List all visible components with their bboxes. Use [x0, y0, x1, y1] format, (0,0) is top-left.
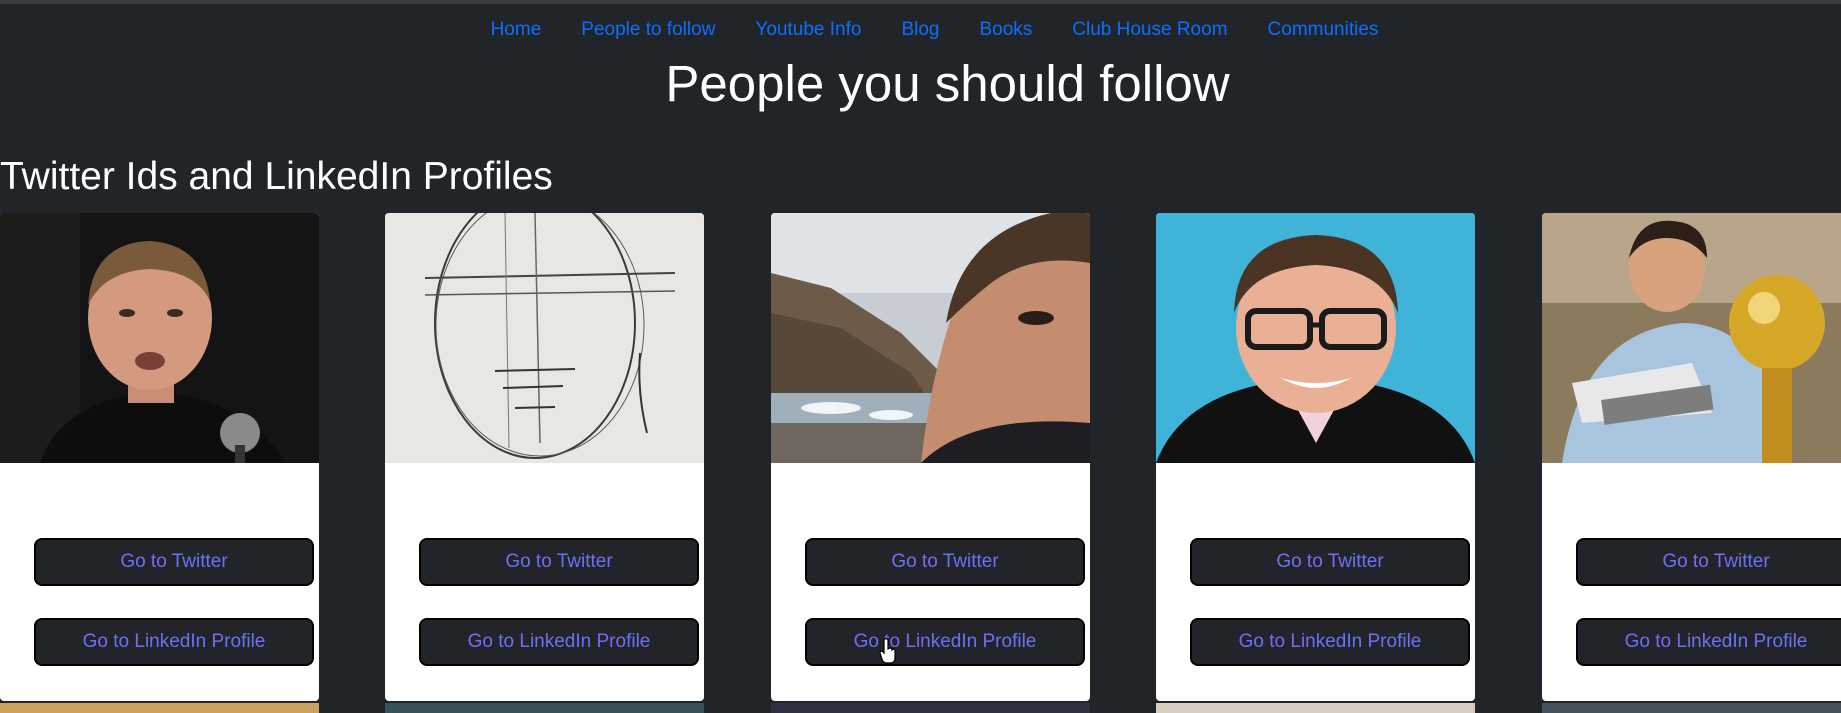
go-to-linkedin-button[interactable]: Go to LinkedIn Profile [1190, 618, 1470, 666]
nav-communities-link[interactable]: Communities [1268, 19, 1379, 41]
next-row-photo [385, 703, 704, 713]
profile-card: Go to Twitter Go to LinkedIn Profile [1156, 213, 1475, 701]
nav-books-link[interactable]: Books [979, 19, 1032, 41]
go-to-linkedin-button[interactable]: Go to LinkedIn Profile [1576, 618, 1841, 666]
hand-cursor-icon [879, 638, 896, 664]
nav-people-to-follow-link[interactable]: People to follow [581, 19, 715, 41]
go-to-twitter-button[interactable]: Go to Twitter [419, 538, 699, 586]
profile-card: Go to Twitter Go to LinkedIn Profile [0, 213, 319, 701]
profile-photo [1542, 213, 1841, 463]
go-to-twitter-button[interactable]: Go to Twitter [1576, 538, 1841, 586]
go-to-twitter-button[interactable]: Go to Twitter [1190, 538, 1470, 586]
nav-club-house-room-link[interactable]: Club House Room [1072, 19, 1227, 41]
nav-youtube-info-link[interactable]: Youtube Info [755, 19, 861, 41]
go-to-twitter-button[interactable]: Go to Twitter [805, 538, 1085, 586]
profile-photo [385, 213, 704, 463]
page-title: People you should follow [665, 55, 1230, 112]
next-row-photo [0, 703, 319, 713]
go-to-twitter-button[interactable]: Go to Twitter [34, 538, 314, 586]
next-row-photo [1156, 703, 1475, 713]
nav-blog-link[interactable]: Blog [901, 19, 939, 41]
profile-card: Go to Twitter Go to LinkedIn Profile [385, 213, 704, 701]
go-to-linkedin-button[interactable]: Go to LinkedIn Profile [805, 618, 1085, 666]
profile-photo [1156, 213, 1475, 463]
profile-card: Go to Twitter Go to LinkedIn Profile [771, 213, 1090, 701]
top-border [0, 0, 1841, 4]
main-nav: Home People to follow Youtube Info Blog … [0, 19, 1841, 41]
profile-card: Go to Twitter Go to LinkedIn Profile [1542, 213, 1841, 701]
section-title: Twitter Ids and LinkedIn Profiles [0, 155, 553, 198]
next-row-photo [1542, 703, 1841, 713]
profile-photo [0, 213, 319, 463]
go-to-linkedin-button[interactable]: Go to LinkedIn Profile [419, 618, 699, 666]
next-row-photo [771, 703, 1090, 713]
go-to-linkedin-button[interactable]: Go to LinkedIn Profile [34, 618, 314, 666]
profile-photo [771, 213, 1090, 463]
nav-home-link[interactable]: Home [491, 19, 542, 41]
